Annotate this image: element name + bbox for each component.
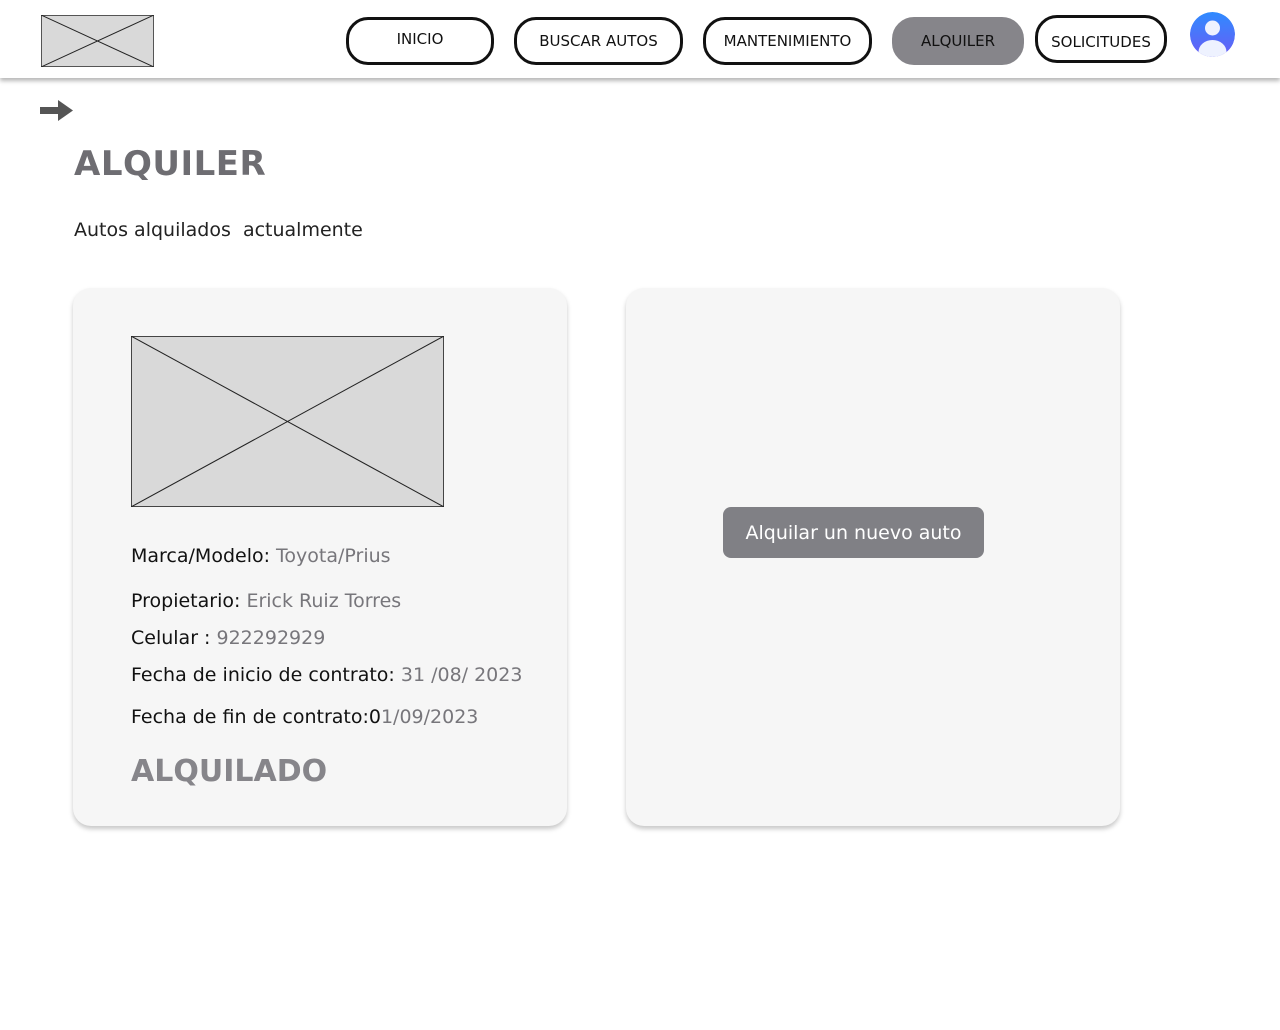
rental-status-label: ALQUILADO xyxy=(131,754,328,789)
contract-end-row: Fecha de fin de contrato:01/09/2023 xyxy=(131,706,478,728)
nav-solicitudes-button[interactable]: SOLICITUDES xyxy=(1035,15,1167,63)
arrow-right-icon[interactable] xyxy=(40,98,74,124)
nav-buscar-autos-button[interactable]: BUSCAR AUTOS xyxy=(514,17,683,65)
nav-mantenimiento-label: MANTENIMIENTO xyxy=(723,32,852,50)
phone-value: 922292929 xyxy=(216,627,326,649)
page-title: ALQUILER xyxy=(74,144,267,184)
new-rental-card: Alquilar un nuevo auto xyxy=(626,288,1120,826)
owner-value: Erick Ruiz Torres xyxy=(246,590,402,612)
phone-row: Celular : 922292929 xyxy=(131,627,325,649)
logo-placeholder-icon[interactable] xyxy=(41,15,154,67)
brand-model-row: Marca/Modelo: Toyota/Prius xyxy=(131,545,391,567)
contract-end-value: 1/09/2023 xyxy=(380,706,479,728)
brand-model-label: Marca/Modelo: xyxy=(131,545,270,567)
contract-start-row: Fecha de inicio de contrato: 31 /08/ 202… xyxy=(131,664,522,686)
nav-solicitudes-label: SOLICITUDES xyxy=(1051,33,1151,51)
top-navbar: INICIO BUSCAR AUTOS MANTENIMIENTO ALQUIL… xyxy=(0,0,1280,78)
page-subtitle: Autos alquilados actualmente xyxy=(74,219,363,241)
nav-inicio-label: INICIO xyxy=(396,30,444,48)
rent-new-car-button[interactable]: Alquilar un nuevo auto xyxy=(723,507,984,558)
rented-car-card[interactable]: Marca/Modelo: Toyota/Prius Propietario: … xyxy=(73,288,567,826)
contract-start-label: Fecha de inicio de contrato: xyxy=(131,664,395,686)
contract-end-label: Fecha de fin de contrato:0 xyxy=(131,706,381,728)
owner-row: Propietario: Erick Ruiz Torres xyxy=(131,590,401,612)
contract-start-value: 31 /08/ 2023 xyxy=(400,664,523,686)
nav-mantenimiento-button[interactable]: MANTENIMIENTO xyxy=(703,17,872,65)
user-avatar-icon[interactable] xyxy=(1190,12,1235,57)
nav-buscar-autos-label: BUSCAR AUTOS xyxy=(539,32,658,50)
car-image-placeholder-icon xyxy=(131,336,444,507)
nav-alquiler-label: ALQUILER xyxy=(920,32,996,50)
nav-inicio-button[interactable]: INICIO xyxy=(346,17,494,65)
nav-alquiler-button[interactable]: ALQUILER xyxy=(892,17,1024,65)
owner-label: Propietario: xyxy=(131,590,241,612)
rent-new-car-label: Alquilar un nuevo auto xyxy=(745,521,962,544)
phone-label: Celular : xyxy=(131,627,211,649)
brand-model-value: Toyota/Prius xyxy=(276,545,391,567)
